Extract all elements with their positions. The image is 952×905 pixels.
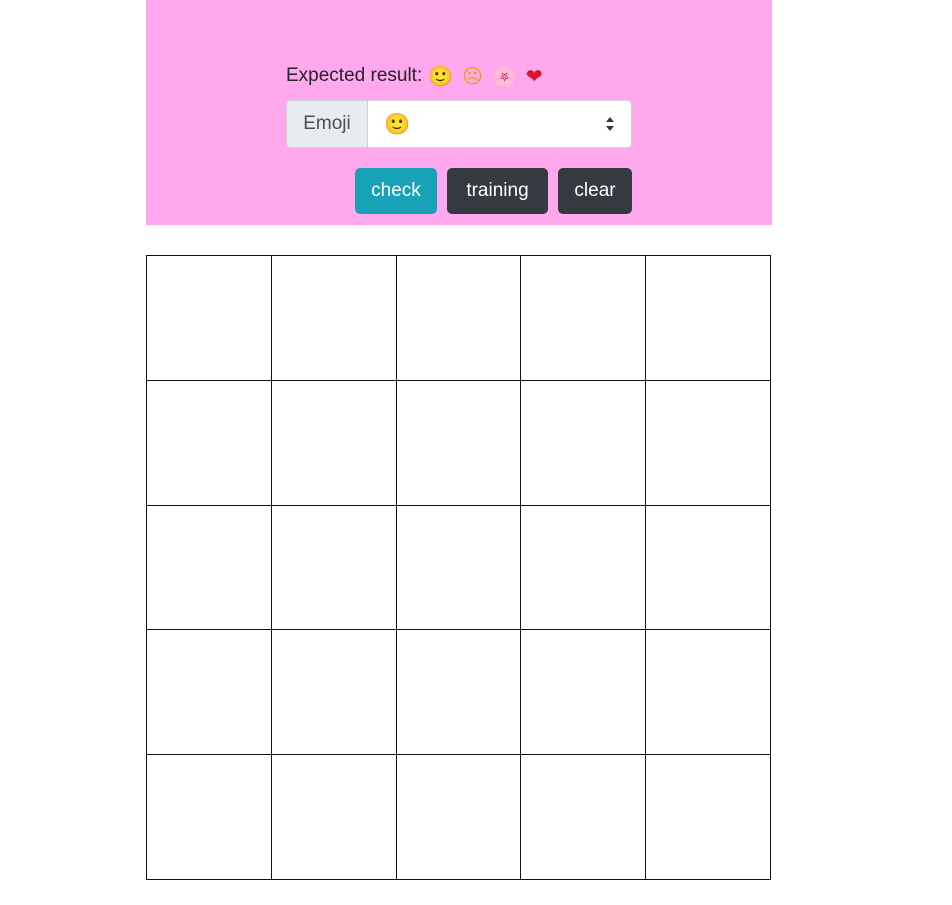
grid-cell[interactable] <box>646 505 771 631</box>
grid-cell[interactable] <box>147 505 272 631</box>
control-panel: Expected result: 🙂 ☹ 🌸 ❤ Emoji 🙂 check t… <box>146 0 772 225</box>
grid-cell[interactable] <box>147 630 272 756</box>
grid-cell[interactable] <box>521 755 647 880</box>
grid-cell[interactable] <box>396 380 522 506</box>
grid-cell[interactable] <box>646 755 771 880</box>
grid-cell[interactable] <box>646 256 771 381</box>
expected-result-label: Expected result: <box>286 65 423 86</box>
grid-cell[interactable] <box>646 380 771 506</box>
grid-cell[interactable] <box>271 256 397 381</box>
grid-cell[interactable] <box>147 380 272 506</box>
grid-cell[interactable] <box>271 630 397 756</box>
grid-cell[interactable] <box>521 380 647 506</box>
grid-cell[interactable] <box>271 755 397 880</box>
select-arrows-icon <box>606 117 614 131</box>
training-button[interactable]: training <box>447 168 548 214</box>
expected-emoji-flower: 🌸 <box>492 64 517 88</box>
expected-result: Expected result: 🙂 ☹ 🌸 ❤ <box>286 62 552 90</box>
emoji-select[interactable]: 🙂 <box>367 100 632 148</box>
grid-cell[interactable] <box>271 505 397 631</box>
grid-cell[interactable] <box>147 256 272 381</box>
expected-emoji-heart: ❤ <box>525 64 543 88</box>
emoji-addon-label: Emoji <box>286 100 367 148</box>
grid-cell[interactable] <box>521 256 647 381</box>
grid-cell[interactable] <box>396 755 522 880</box>
expected-emoji-frown: ☹ <box>462 64 484 88</box>
emoji-select-value: 🙂 <box>384 111 411 136</box>
grid-cell[interactable] <box>396 505 522 631</box>
grid-cell[interactable] <box>646 630 771 756</box>
grid-cell[interactable] <box>396 630 522 756</box>
grid-cell[interactable] <box>147 755 272 880</box>
grid-cell[interactable] <box>521 630 647 756</box>
emoji-input-group: Emoji 🙂 <box>286 100 632 148</box>
grid-cell[interactable] <box>521 505 647 631</box>
clear-button[interactable]: clear <box>558 168 632 214</box>
expected-emoji-smile: 🙂 <box>428 64 454 88</box>
check-button[interactable]: check <box>355 168 437 214</box>
drawing-grid[interactable] <box>146 255 771 880</box>
grid-cell[interactable] <box>396 256 522 381</box>
grid-cell[interactable] <box>271 380 397 506</box>
